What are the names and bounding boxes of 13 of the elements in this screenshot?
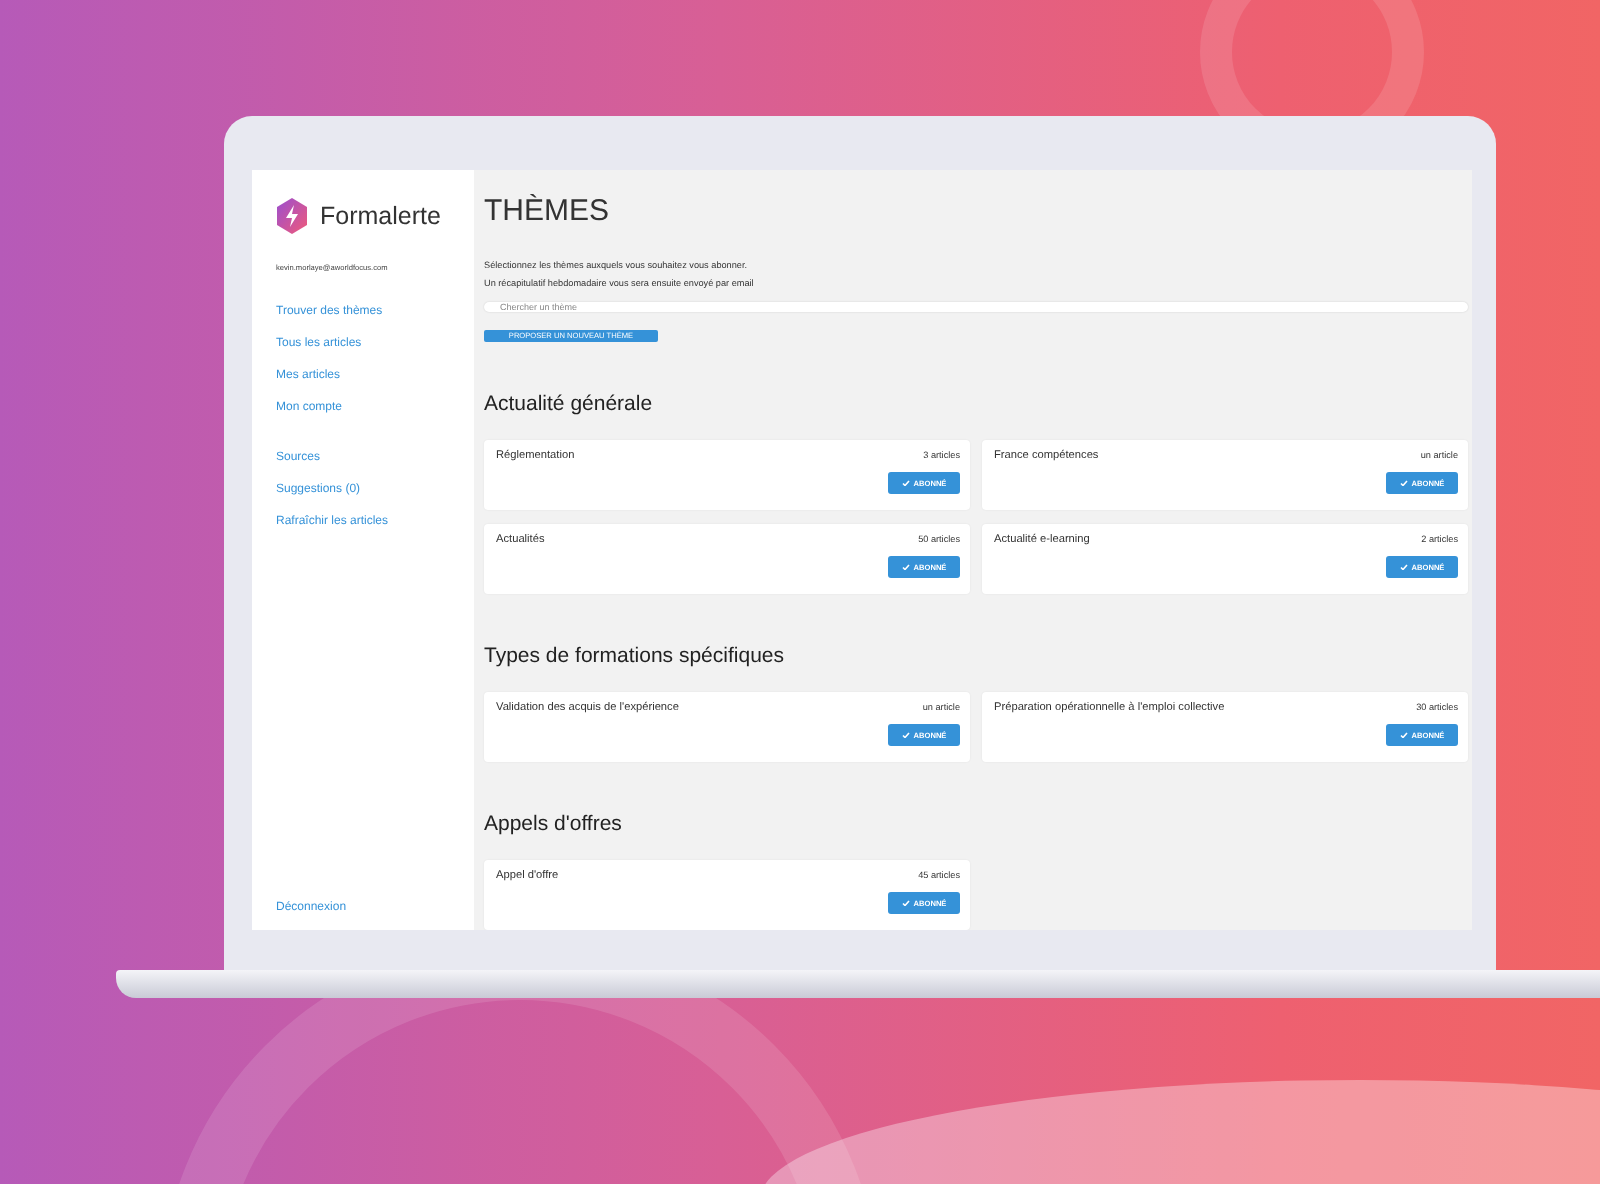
section-heading: Actualité générale [484,392,655,416]
check-icon [1399,479,1408,487]
section-heading: Appels d'offres [484,812,624,836]
check-icon [1399,563,1408,571]
check-icon [901,899,910,907]
brand-name: Formalerte [320,202,441,230]
page-title: THÈMES [484,194,612,228]
check-icon [901,479,910,487]
section-heading: Types de formations spécifiques [484,644,786,668]
lightning-hexagon-logo-icon [276,198,308,234]
check-icon [901,563,910,571]
check-icon [901,731,910,739]
check-icon [1399,731,1408,739]
